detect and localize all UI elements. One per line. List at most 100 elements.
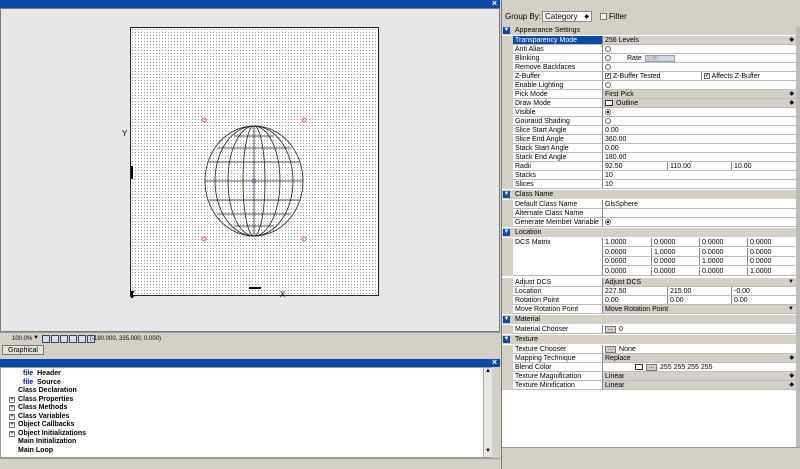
collapse-icon[interactable]: ▼	[503, 27, 510, 34]
prop-blend-color[interactable]: Blend Color... 255 255 255 255	[502, 363, 796, 372]
property-grid-scrollbar[interactable]	[796, 26, 800, 447]
sphere-wireframe[interactable]	[129, 26, 381, 298]
rotation-x-input[interactable]: 0.00	[603, 296, 667, 304]
blend-color-button[interactable]: ...	[646, 363, 658, 371]
dcs-matrix-cell[interactable]: 0.0000	[651, 266, 699, 275]
radii-y-input[interactable]: 110.00	[667, 162, 731, 170]
generate-member-radio[interactable]	[605, 219, 611, 226]
dcs-matrix-cell[interactable]: 1.0000	[747, 266, 795, 275]
slices-input[interactable]: 10	[603, 180, 796, 189]
radii-x-input[interactable]: 92.50	[603, 162, 667, 170]
prop-blinking[interactable]: Blinking Rate 2.00	[502, 54, 796, 63]
category-appearance[interactable]: ▼ Appearance Settings	[502, 26, 796, 35]
blinking-radio[interactable]	[605, 55, 611, 62]
default-class-name-input[interactable]: GlsSphere	[603, 200, 796, 209]
draw-mode-select[interactable]: Outline ◆	[603, 99, 796, 108]
rotate-tool-icon[interactable]	[69, 335, 77, 343]
slice-start-input[interactable]: 0.00	[603, 126, 796, 135]
collapse-icon[interactable]: ▼	[503, 336, 510, 343]
dcs-matrix-cell[interactable]: 1.0000	[603, 238, 651, 247]
expand-icon[interactable]: +	[9, 430, 15, 437]
stack-end-input[interactable]: 180.00	[603, 153, 796, 162]
dcs-matrix-cell[interactable]: 0.0000	[747, 238, 795, 247]
collapse-icon[interactable]: ▼	[503, 316, 510, 323]
zbuffer-tested-checkbox[interactable]: ✔	[605, 73, 611, 80]
zoom-level[interactable]: 100.0%	[12, 336, 32, 342]
move-rotation-point-select[interactable]: Move Rotation Point ▼	[603, 305, 796, 314]
category-class-name[interactable]: ▼ Class Name	[502, 190, 796, 199]
prop-radii[interactable]: Radii 92.50 110.00 10.00	[502, 162, 796, 171]
radii-z-input[interactable]: 10.00	[731, 162, 796, 170]
dcs-matrix-cell[interactable]: 1.0000	[651, 247, 699, 257]
slice-end-input[interactable]: 360.00	[603, 135, 796, 144]
tab-graphical[interactable]: Graphical	[2, 345, 44, 355]
prop-move-rotation-point[interactable]: Move Rotation Point Move Rotation Point ▼	[502, 305, 796, 314]
dcs-matrix-cell[interactable]: 0.0000	[747, 257, 795, 266]
prop-dcs-matrix[interactable]: DCS Matrix 1.0000 0.0000 0.0000 0.0000 0.000…	[502, 238, 796, 276]
prop-gouraud-shading[interactable]: Gouraud Shading	[502, 117, 796, 126]
rotation-z-input[interactable]: 0.00	[731, 296, 796, 304]
collapse-icon[interactable]: ▼	[503, 229, 510, 236]
prop-texture-minification[interactable]: Texture Minification Linear ◆	[502, 381, 796, 390]
dcs-matrix-cell[interactable]: 0.0000	[747, 247, 795, 257]
view-tool-icon[interactable]	[78, 335, 86, 343]
affects-zbuffer-checkbox[interactable]: ✔	[704, 73, 710, 80]
zoom-dropdown-icon[interactable]: ▼	[33, 335, 39, 341]
prop-texture-chooser[interactable]: Texture Chooser... None	[502, 345, 796, 354]
prop-enable-lighting[interactable]: Enable Lighting	[502, 81, 796, 90]
filter-checkbox[interactable]: Filter	[600, 12, 627, 21]
remove-backfaces-radio[interactable]	[605, 64, 611, 71]
dcs-matrix-cell[interactable]: 0.0000	[699, 266, 747, 275]
prop-slices[interactable]: Slices 10	[502, 180, 796, 189]
prop-pick-mode[interactable]: Pick Mode First Pick ◆	[502, 90, 796, 99]
location-z-input[interactable]: -0.00	[731, 287, 796, 295]
alternate-class-name-input[interactable]	[603, 209, 796, 218]
category-material[interactable]: ▼ Material	[502, 315, 796, 324]
category-texture[interactable]: ▼ Texture	[502, 335, 796, 344]
prop-material-chooser[interactable]: Material Chooser... 0	[502, 325, 796, 334]
mapping-technique-select[interactable]: Replace ◆	[603, 354, 796, 363]
pick-mode-select[interactable]: First Pick ◆	[603, 90, 796, 99]
dcs-matrix-cell[interactable]: 0.0000	[699, 247, 747, 257]
adjust-dcs-select[interactable]: Adjust DCS ▼	[603, 278, 796, 287]
scroll-up-icon[interactable]: ▲	[485, 368, 491, 374]
dcs-matrix-cell[interactable]: 0.0000	[651, 257, 699, 266]
stacks-input[interactable]: 10	[603, 171, 796, 180]
prop-stacks[interactable]: Stacks 10	[502, 171, 796, 180]
anti-alias-radio[interactable]	[605, 46, 611, 53]
prop-rotation-point[interactable]: Rotation Point 0.00 0.00 0.00	[502, 296, 796, 305]
location-x-input[interactable]: 227.50	[603, 287, 667, 295]
prop-visible[interactable]: Visible	[502, 108, 796, 117]
rotation-y-input[interactable]: 0.00	[667, 296, 731, 304]
dcs-matrix-cell[interactable]: 1.0000	[699, 257, 747, 266]
prop-alternate-class-name[interactable]: Alternate Class Name	[502, 209, 796, 218]
prop-anti-alias[interactable]: Anti Alias	[502, 45, 796, 54]
dcs-matrix-cell[interactable]: 0.0000	[603, 248, 651, 257]
prop-texture-magnification[interactable]: Texture Magnification Linear ◆	[502, 372, 796, 381]
prop-stack-end[interactable]: Stack End Angle 180.00	[502, 153, 796, 162]
expand-icon[interactable]: +	[9, 422, 15, 428]
zoom-tool-icon[interactable]	[60, 335, 68, 343]
prop-location[interactable]: Location 227.50 215.00 -0.00	[502, 287, 796, 296]
dcs-matrix-cell[interactable]: 0.0000	[699, 238, 747, 247]
prop-stack-start[interactable]: Stack Start Angle 0.00	[502, 144, 796, 153]
texture-chooser-button[interactable]: ...	[605, 345, 617, 353]
prop-slice-end[interactable]: Slice End Angle 360.00	[502, 135, 796, 144]
gouraud-radio[interactable]	[605, 118, 611, 125]
group-by-select[interactable]: Category ◆	[542, 11, 592, 22]
location-y-input[interactable]: 215.00	[667, 287, 731, 295]
enable-lighting-radio[interactable]	[605, 82, 611, 89]
prop-transparency-mode[interactable]: Transparency Mode 256 Levels ◆	[502, 36, 796, 45]
dcs-matrix-cell[interactable]: 0.0000	[603, 267, 651, 275]
prop-remove-backfaces[interactable]: Remove Backfaces	[502, 63, 796, 72]
scroll-down-icon[interactable]: ▼	[485, 448, 491, 454]
expand-icon[interactable]: +	[9, 405, 15, 411]
stack-start-input[interactable]: 0.00	[603, 144, 796, 153]
tree-vertical-scrollbar[interactable]: ▲ ▼	[483, 368, 492, 457]
prop-adjust-dcs[interactable]: Adjust DCS Adjust DCS ▼	[502, 278, 796, 287]
visible-radio[interactable]	[605, 109, 611, 116]
prop-slice-start[interactable]: Slice Start Angle 0.00	[502, 126, 796, 135]
prop-draw-mode[interactable]: Draw Mode Outline ◆	[502, 99, 796, 108]
close-canvas-icon[interactable]: ×	[490, 0, 499, 8]
expand-icon[interactable]: +	[9, 396, 15, 403]
